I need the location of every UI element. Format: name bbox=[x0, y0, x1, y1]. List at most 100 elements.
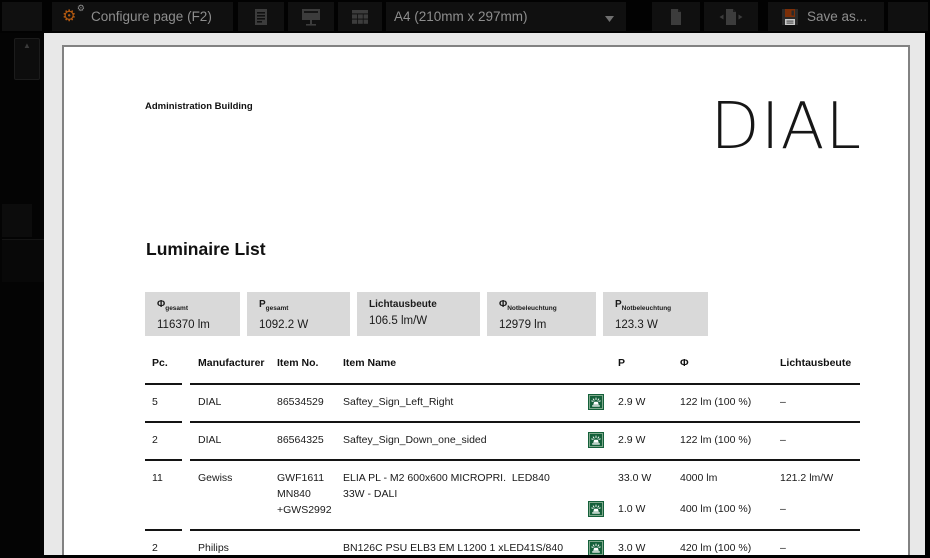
summary-value: 12979 lm bbox=[499, 319, 596, 331]
print-preview-toolbar: ⚙ ⚙ Configure page (F2) bbox=[0, 0, 930, 33]
table-body: 5DIAL86534529Saftey_Sign_Left_Right2.9 W… bbox=[145, 385, 860, 555]
summary-box: Lichtausbeute 106.5 lm/W bbox=[357, 292, 480, 336]
preview-canvas[interactable]: Administration Building DIAL Luminaire L… bbox=[44, 33, 925, 555]
cell-phi: 4000 lm bbox=[672, 470, 772, 486]
table-grid-icon bbox=[351, 9, 369, 25]
sidebar-panel-placeholder bbox=[2, 204, 32, 237]
emergency-icon-cell bbox=[580, 501, 610, 517]
report-view-button[interactable] bbox=[238, 2, 284, 31]
cell-p: 33.0 W bbox=[610, 470, 672, 486]
emergency-icon-cell bbox=[580, 540, 610, 555]
left-sidebar: ▲ bbox=[0, 33, 44, 558]
summary-box: ΦNotbeleuchtung 12979 lm bbox=[487, 292, 596, 336]
table-row: 2Philips BN126C PSU ELB3 EM L1200 1 xLED4… bbox=[145, 531, 860, 555]
summary-label: Lichtausbeute bbox=[369, 299, 480, 311]
header-pc: Pc. bbox=[145, 355, 190, 371]
paper-size-dropdown[interactable]: A4 (210mm x 297mm) bbox=[386, 2, 626, 31]
paper-size-value: A4 (210mm x 297mm) bbox=[394, 9, 528, 24]
cell-pc: 2 bbox=[145, 432, 190, 448]
configure-page-button[interactable]: ⚙ ⚙ Configure page (F2) bbox=[52, 2, 233, 31]
summary-value: 1092.2 W bbox=[259, 319, 350, 331]
emergency-luminaire-icon bbox=[588, 394, 604, 410]
monitor-icon bbox=[301, 8, 321, 26]
row-separator bbox=[145, 529, 860, 531]
project-name: Administration Building bbox=[145, 101, 253, 112]
cell-lichtausbeute: – bbox=[772, 432, 860, 448]
header-p: P bbox=[610, 355, 672, 371]
summary-label: Pgesamt bbox=[259, 299, 350, 315]
sidebar-collapse-button[interactable]: ▲ bbox=[14, 38, 40, 80]
header-manufacturer: Manufacturer bbox=[190, 355, 269, 371]
cell-item-name: Saftey_Sign_Left_Right bbox=[335, 394, 580, 410]
cell-manufacturer: DIAL bbox=[190, 394, 269, 410]
summary-value: 106.5 lm/W bbox=[369, 315, 480, 327]
emergency-luminaire-icon bbox=[588, 501, 604, 517]
floppy-save-icon bbox=[781, 8, 799, 26]
single-page-button[interactable] bbox=[652, 2, 700, 31]
summary-value: 116370 lm bbox=[157, 319, 240, 331]
page-navigation-icon bbox=[718, 8, 744, 26]
toolbar-corner-tile bbox=[2, 2, 42, 31]
header-item-no: Item No. bbox=[269, 355, 335, 371]
cell-item-no bbox=[269, 540, 335, 555]
emergency-icon-cell bbox=[580, 432, 610, 448]
header-separator bbox=[145, 383, 860, 385]
cell-phi: 400 lm (100 %) bbox=[672, 501, 772, 517]
cell-item-no: 86564325 bbox=[269, 432, 335, 448]
emergency-luminaire-icon bbox=[588, 540, 604, 555]
value-line: 2.9 W122 lm (100 %)– bbox=[580, 432, 860, 448]
cell-pc: 11 bbox=[145, 470, 190, 518]
summary-label: PNotbeleuchtung bbox=[615, 299, 708, 315]
cell-item-name: BN126C PSU ELB3 EM L1200 1 xLED41S/840 bbox=[335, 540, 580, 555]
header-icon-spacer bbox=[580, 355, 610, 371]
report-page: Administration Building DIAL Luminaire L… bbox=[62, 45, 910, 555]
value-line: 3.0 W420 lm (100 %)– bbox=[580, 540, 860, 555]
cell-pc: 5 bbox=[145, 394, 190, 410]
save-as-label: Save as... bbox=[807, 9, 867, 24]
value-line: 33.0 W4000 lm121.2 lm/W bbox=[580, 470, 860, 486]
summary-box: Pgesamt 1092.2 W bbox=[247, 292, 350, 336]
summary-box: PNotbeleuchtung 123.3 W bbox=[603, 292, 708, 336]
page-title: Luminaire List bbox=[146, 239, 266, 260]
cell-manufacturer: Gewiss bbox=[190, 470, 269, 518]
summary-label: ΦNotbeleuchtung bbox=[499, 299, 596, 315]
icon-cell bbox=[580, 470, 610, 486]
summary-box: Φgesamt 116370 lm bbox=[145, 292, 240, 336]
table-row: 11GewissGWF1611 MN840 +GWS2992ELIA PL - … bbox=[145, 461, 860, 529]
row-value-lines: 2.9 W122 lm (100 %)– bbox=[580, 432, 860, 448]
emergency-luminaire-icon bbox=[588, 432, 604, 448]
save-as-button[interactable]: Save as... bbox=[768, 2, 884, 31]
summary-label: Φgesamt bbox=[157, 299, 240, 315]
row-separator bbox=[145, 421, 860, 423]
configure-page-label: Configure page (F2) bbox=[91, 9, 212, 24]
row-value-lines: 3.0 W420 lm (100 %)– bbox=[580, 540, 860, 555]
value-line: 1.0 W400 lm (100 %)– bbox=[580, 501, 860, 517]
chevron-down-icon bbox=[605, 16, 614, 22]
summary-value: 123.3 W bbox=[615, 319, 708, 331]
cell-phi: 122 lm (100 %) bbox=[672, 394, 772, 410]
page-navigation-button[interactable] bbox=[704, 2, 758, 31]
table-row: 5DIAL86534529Saftey_Sign_Left_Right2.9 W… bbox=[145, 385, 860, 421]
cell-manufacturer: DIAL bbox=[190, 432, 269, 448]
value-line: 2.9 W122 lm (100 %)– bbox=[580, 394, 860, 410]
summary-row: Φgesamt 116370 lm Pgesamt 1092.2 W Lichtausb… bbox=[145, 292, 708, 336]
luminaire-table: Pc. Manufacturer Item No. Item Name P Φ … bbox=[145, 355, 860, 555]
cell-item-name: ELIA PL - M2 600x600 MICROPRI. LED840 33… bbox=[335, 470, 580, 518]
dial-logo: DIAL bbox=[710, 95, 862, 159]
table-view-button[interactable] bbox=[338, 2, 382, 31]
cell-p: 3.0 W bbox=[610, 540, 672, 555]
row-value-lines: 2.9 W122 lm (100 %)– bbox=[580, 394, 860, 410]
header-phi: Φ bbox=[672, 355, 772, 371]
cell-lichtausbeute: – bbox=[772, 394, 860, 410]
cell-item-no: GWF1611 MN840 +GWS2992 bbox=[269, 470, 335, 518]
cell-manufacturer: Philips bbox=[190, 540, 269, 555]
cell-phi: 420 lm (100 %) bbox=[672, 540, 772, 555]
screen-view-button[interactable] bbox=[288, 2, 334, 31]
cell-p: 1.0 W bbox=[610, 501, 672, 517]
collapse-icon: ▲ bbox=[23, 39, 31, 79]
cell-pc: 2 bbox=[145, 540, 190, 555]
cell-p: 2.9 W bbox=[610, 432, 672, 448]
cell-lichtausbeute: – bbox=[772, 540, 860, 555]
cell-lichtausbeute: 121.2 lm/W bbox=[772, 470, 860, 486]
cell-lichtausbeute: – bbox=[772, 501, 860, 517]
